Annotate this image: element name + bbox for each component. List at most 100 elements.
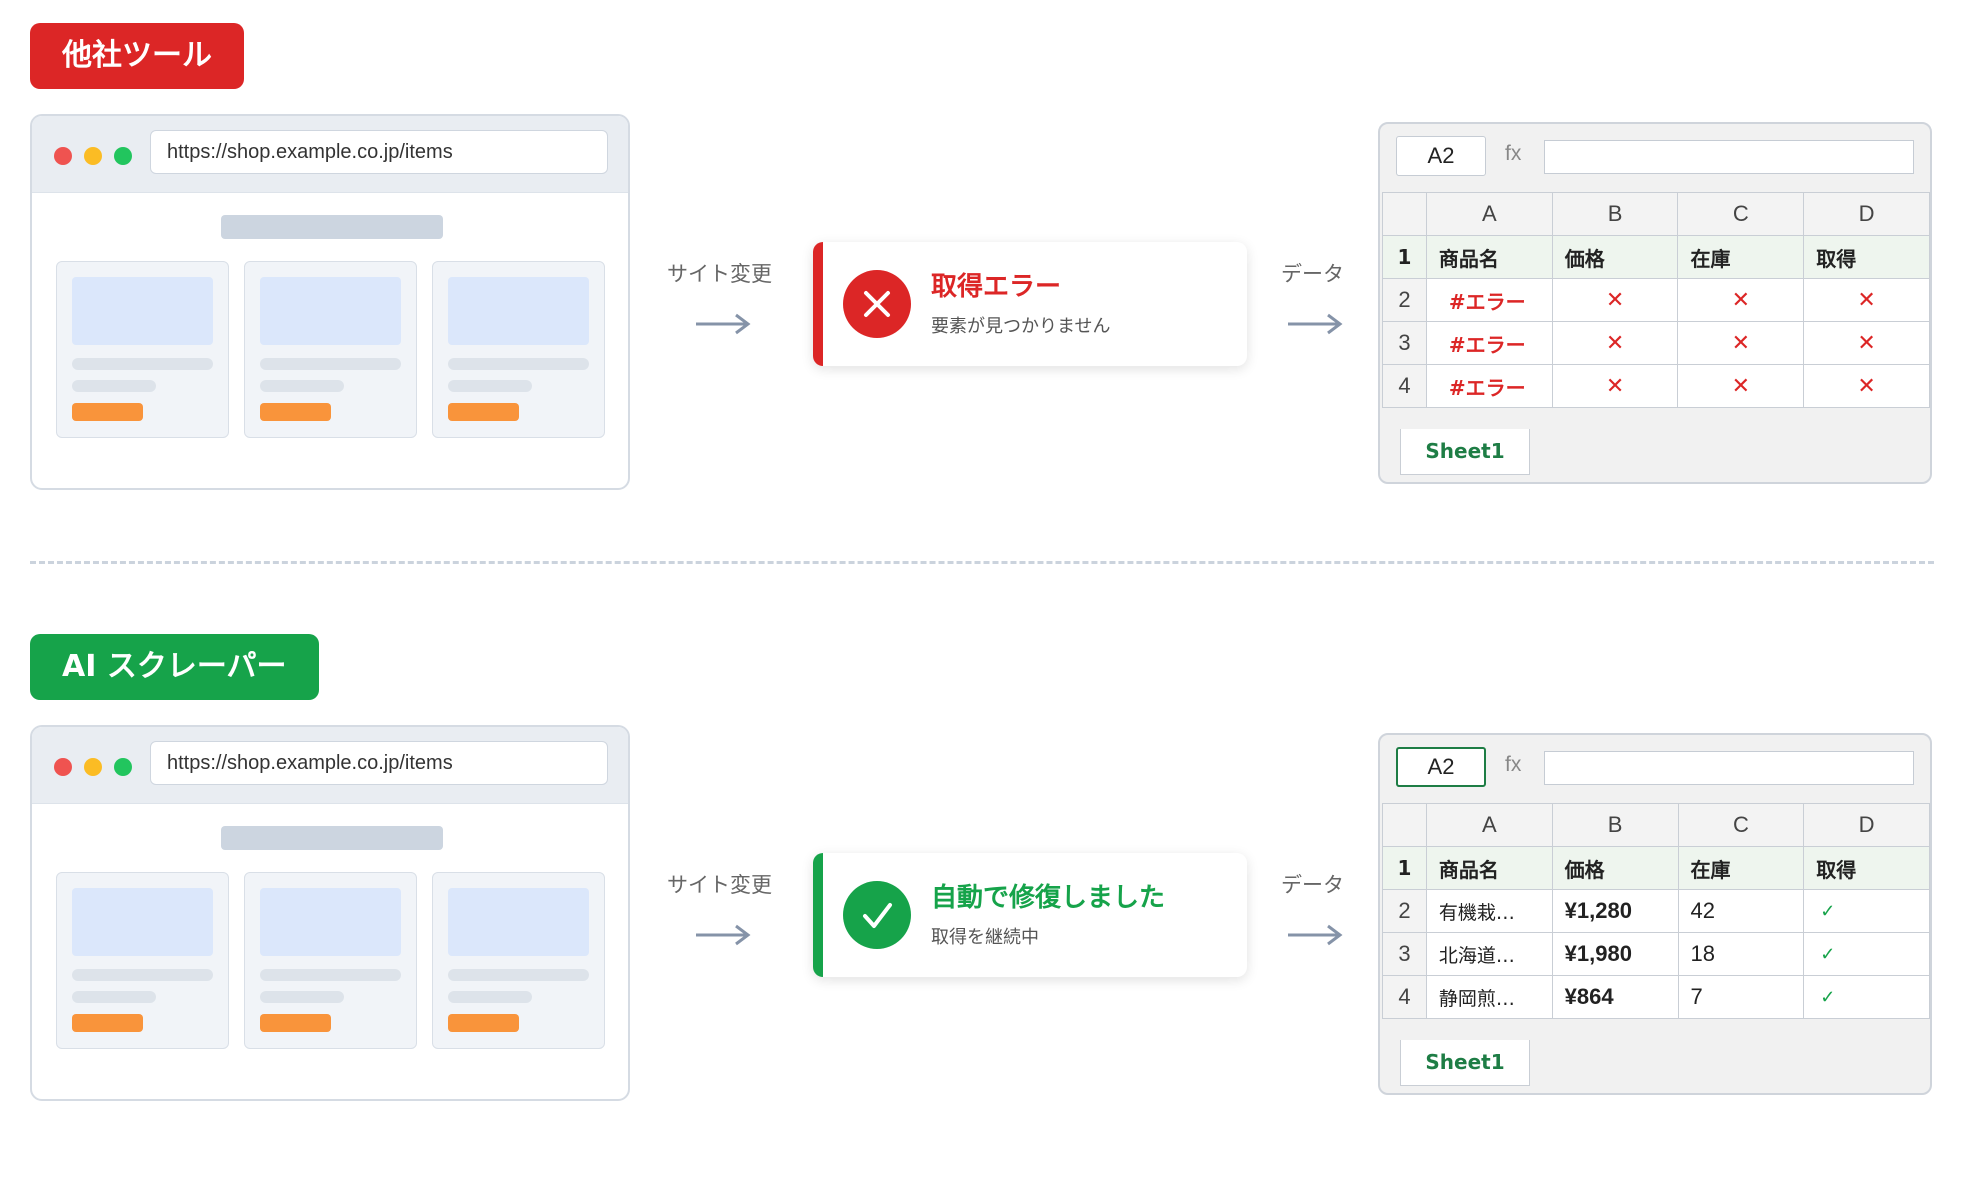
close-icon: [843, 270, 911, 338]
text-line-placeholder: [72, 380, 156, 392]
row-number[interactable]: 1: [1382, 235, 1427, 279]
price-cell[interactable]: ¥864: [1551, 975, 1679, 1019]
check-icon[interactable]: ✓: [1803, 975, 1930, 1019]
address-bar[interactable]: https://shop.example.co.jp/items: [150, 741, 608, 785]
column-header[interactable]: C: [1677, 192, 1805, 236]
table-row: 2 #エラー ✕ ✕ ✕: [1382, 278, 1930, 322]
row-number[interactable]: 2: [1382, 889, 1427, 933]
corner-cell[interactable]: [1382, 803, 1427, 847]
header-cell[interactable]: 取得: [1803, 235, 1930, 279]
sheet-grid: A B C D 1 商品名 価格 在庫 取得 2 #エラー ✕ ✕ ✕ 3 #エ…: [1382, 192, 1930, 408]
header-cell[interactable]: 商品名: [1425, 846, 1553, 890]
product-image-placeholder: [448, 888, 589, 956]
text-line-placeholder: [448, 358, 589, 370]
section-divider: [30, 561, 1934, 564]
page-title-placeholder: [221, 215, 443, 239]
price-cell[interactable]: ¥1,980: [1551, 932, 1679, 976]
stock-cell[interactable]: 18: [1677, 932, 1805, 976]
column-header[interactable]: B: [1551, 803, 1679, 847]
text-line-placeholder: [72, 969, 213, 981]
product-name-cell[interactable]: 静岡煎…: [1425, 975, 1553, 1019]
check-icon[interactable]: ✓: [1803, 932, 1930, 976]
arrow-right-icon: [1288, 313, 1343, 335]
check-icon[interactable]: ✓: [1803, 889, 1930, 933]
name-box[interactable]: A2: [1396, 747, 1486, 787]
error-x-icon[interactable]: ✕: [1677, 321, 1805, 365]
column-header[interactable]: B: [1551, 192, 1679, 236]
stock-cell[interactable]: 42: [1677, 889, 1805, 933]
error-cell[interactable]: #エラー: [1425, 278, 1553, 322]
product-name-cell[interactable]: 有機栽…: [1425, 889, 1553, 933]
column-header[interactable]: D: [1803, 803, 1930, 847]
error-cell[interactable]: #エラー: [1425, 364, 1553, 408]
column-header[interactable]: A: [1425, 192, 1553, 236]
product-image-placeholder: [448, 277, 589, 345]
header-cell[interactable]: 在庫: [1677, 846, 1805, 890]
spreadsheet: A2 fx A B C D 1 商品名 価格 在庫 取得 2 #エラー ✕ ✕ …: [1378, 122, 1932, 484]
row-number[interactable]: 3: [1382, 321, 1427, 365]
product-image-placeholder: [260, 277, 401, 345]
row-number[interactable]: 4: [1382, 364, 1427, 408]
check-icon: [843, 881, 911, 949]
price-cell[interactable]: ¥1,280: [1551, 889, 1679, 933]
ai-scraper-section: AI スクレーパー https://shop.example.co.jp/ite…: [0, 611, 1964, 1177]
error-x-icon[interactable]: ✕: [1677, 278, 1805, 322]
error-x-icon[interactable]: ✕: [1803, 278, 1930, 322]
table-row: 4 静岡煎… ¥864 7 ✓: [1382, 975, 1930, 1019]
error-cell[interactable]: #エラー: [1425, 321, 1553, 365]
sheet-tab[interactable]: Sheet1: [1400, 1040, 1530, 1086]
error-x-icon[interactable]: ✕: [1551, 364, 1679, 408]
browser-window: https://shop.example.co.jp/items: [30, 114, 630, 490]
error-x-icon[interactable]: ✕: [1551, 278, 1679, 322]
header-cell[interactable]: 価格: [1551, 846, 1679, 890]
page-title-placeholder: [221, 826, 443, 850]
error-x-icon[interactable]: ✕: [1803, 364, 1930, 408]
text-line-placeholder: [448, 380, 532, 392]
address-bar[interactable]: https://shop.example.co.jp/items: [150, 130, 608, 174]
formula-bar[interactable]: [1544, 140, 1914, 174]
site-change-label: サイト変更: [667, 873, 772, 897]
fx-icon: fx: [1505, 142, 1522, 165]
error-x-icon[interactable]: ✕: [1551, 321, 1679, 365]
sheet-grid: A B C D 1 商品名 価格 在庫 取得 2 有機栽… ¥1,280 42 …: [1382, 803, 1930, 1019]
error-x-icon[interactable]: ✕: [1803, 321, 1930, 365]
close-dot-icon: [54, 758, 72, 776]
minimize-dot-icon: [84, 758, 102, 776]
formula-bar[interactable]: [1544, 751, 1914, 785]
row-number[interactable]: 1: [1382, 846, 1427, 890]
error-x-icon[interactable]: ✕: [1677, 364, 1805, 408]
product-name-cell[interactable]: 北海道…: [1425, 932, 1553, 976]
product-image-placeholder: [72, 888, 213, 956]
product-card: [244, 872, 417, 1049]
product-image-placeholder: [260, 888, 401, 956]
success-panel: 自動で修復しました 取得を継続中: [813, 853, 1247, 977]
stock-cell[interactable]: 7: [1677, 975, 1805, 1019]
success-title: 自動で修復しました: [931, 883, 1166, 913]
text-line-placeholder: [260, 969, 401, 981]
text-line-placeholder: [260, 991, 344, 1003]
sheet-tab[interactable]: Sheet1: [1400, 429, 1530, 475]
buy-button-placeholder: [260, 1014, 331, 1032]
table-row: 4 #エラー ✕ ✕ ✕: [1382, 364, 1930, 408]
row-number[interactable]: 4: [1382, 975, 1427, 1019]
buy-button-placeholder: [448, 1014, 519, 1032]
product-card: [432, 261, 605, 438]
ai-scraper-badge: AI スクレーパー: [30, 634, 319, 700]
row-number[interactable]: 3: [1382, 932, 1427, 976]
name-box[interactable]: A2: [1396, 136, 1486, 176]
column-header[interactable]: A: [1425, 803, 1553, 847]
spreadsheet: A2 fx A B C D 1 商品名 価格 在庫 取得 2 有機栽… ¥1,2…: [1378, 733, 1932, 1095]
column-header[interactable]: C: [1677, 803, 1805, 847]
header-cell[interactable]: 商品名: [1425, 235, 1553, 279]
corner-cell[interactable]: [1382, 192, 1427, 236]
header-cell[interactable]: 価格: [1551, 235, 1679, 279]
error-subtitle: 要素が見つかりません: [931, 316, 1111, 337]
header-cell[interactable]: 取得: [1803, 846, 1930, 890]
product-card: [56, 261, 229, 438]
header-cell[interactable]: 在庫: [1677, 235, 1805, 279]
arrow-right-icon: [696, 924, 751, 946]
error-panel: 取得エラー 要素が見つかりません: [813, 242, 1247, 366]
column-header[interactable]: D: [1803, 192, 1930, 236]
row-number[interactable]: 2: [1382, 278, 1427, 322]
minimize-dot-icon: [84, 147, 102, 165]
